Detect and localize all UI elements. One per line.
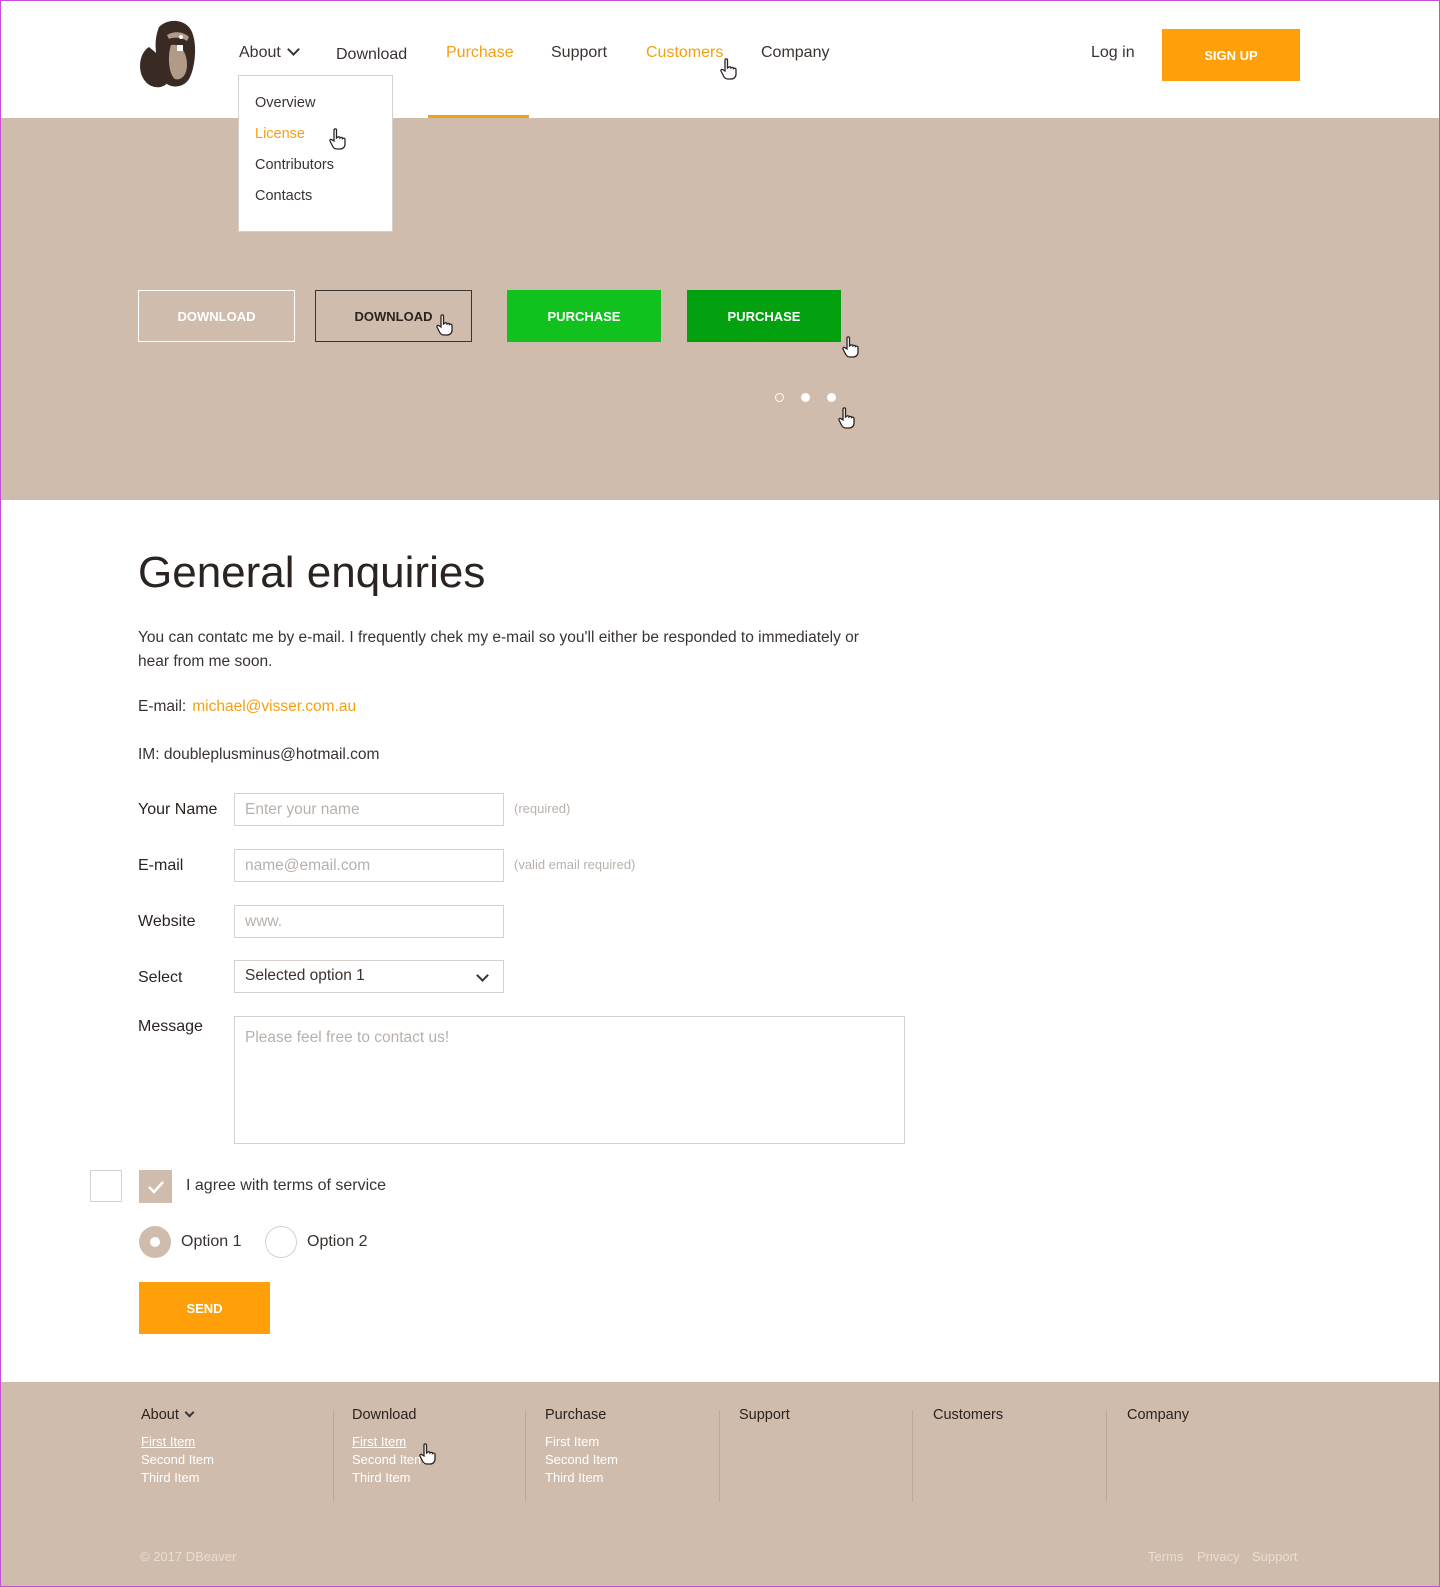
footer-company-title[interactable]: Company [1127, 1407, 1189, 1423]
dropdown-item-license[interactable]: License [255, 126, 305, 142]
footer-link[interactable]: Second Item [141, 1451, 214, 1469]
website-label: Website [138, 913, 196, 930]
footer-link[interactable]: Second Item [545, 1451, 618, 1469]
footer-purchase-title[interactable]: Purchase [545, 1407, 618, 1423]
hand-cursor-icon [419, 1443, 436, 1465]
page-title: General enquiries [138, 548, 486, 597]
footer-link[interactable]: Third Item [352, 1469, 425, 1487]
download-button-outline-light[interactable]: DOWNLOAD [138, 290, 295, 342]
footer-support-title[interactable]: Support [739, 1407, 790, 1423]
chevron-down-icon [286, 43, 300, 56]
nav-customers[interactable]: Customers [646, 44, 723, 62]
purchase-button-hover[interactable]: PURCHASE [687, 290, 841, 342]
footer-divider [912, 1410, 913, 1502]
name-label: Your Name [138, 801, 218, 818]
footer-link[interactable]: Third Item [545, 1469, 618, 1487]
message-label: Message [138, 1018, 203, 1035]
footer-about-title[interactable]: About [141, 1407, 214, 1423]
footer-about-title-text: About [141, 1407, 179, 1423]
hand-cursor-icon [838, 407, 855, 429]
about-dropdown-menu: Overview License Contributors Contacts [238, 75, 393, 232]
footer-terms-link[interactable]: Terms [1148, 1549, 1183, 1564]
footer-divider [525, 1410, 526, 1502]
radio-option-1-label: Option 1 [181, 1233, 242, 1250]
footer-column-download: Download First Item Second Item Third It… [352, 1407, 425, 1487]
login-link[interactable]: Log in [1091, 44, 1135, 62]
footer-link[interactable]: Second Item [352, 1451, 425, 1469]
beaver-logo[interactable] [137, 17, 201, 91]
footer-privacy-link[interactable]: Privacy [1197, 1549, 1240, 1564]
nav-support[interactable]: Support [551, 44, 607, 62]
name-hint: (required) [514, 801, 571, 816]
nav-company[interactable]: Company [761, 44, 829, 62]
hand-cursor-icon [436, 314, 453, 336]
footer-customers-title[interactable]: Customers [933, 1407, 1003, 1423]
nav-about[interactable]: About [239, 43, 300, 62]
footer-divider [719, 1410, 720, 1502]
checkmark-icon [147, 1180, 164, 1194]
option-select[interactable]: Selected option 1 [234, 960, 504, 993]
footer-link[interactable]: First Item [352, 1433, 425, 1451]
agree-checkbox[interactable] [139, 1170, 172, 1203]
email-field-label: E-mail [138, 857, 184, 874]
hand-cursor-icon [720, 58, 737, 80]
footer-column-about: About First Item Second Item Third Item [141, 1407, 214, 1487]
footer-column-company: Company [1127, 1407, 1189, 1433]
name-input[interactable] [234, 793, 504, 826]
email-label: E-mail: [138, 698, 187, 715]
message-textarea[interactable] [234, 1016, 905, 1144]
email-input[interactable] [234, 849, 504, 882]
footer-support-link[interactable]: Support [1252, 1549, 1298, 1564]
carousel-dot-1[interactable] [775, 393, 784, 402]
carousel-dot-3[interactable] [827, 393, 836, 402]
checkbox-unchecked[interactable] [90, 1170, 122, 1202]
select-value: Selected option 1 [245, 967, 365, 984]
footer-divider [333, 1410, 334, 1502]
agree-label: I agree with terms of service [186, 1177, 387, 1194]
im-contact: IM: doubleplusminus@hotmail.com [138, 746, 380, 763]
footer-link[interactable]: First Item [141, 1433, 214, 1451]
footer-link[interactable]: First Item [545, 1433, 618, 1451]
dropdown-item-contributors[interactable]: Contributors [255, 157, 334, 173]
email-contact: E-mail: michael@visser.com.au [138, 698, 356, 716]
nav-purchase[interactable]: Purchase [446, 44, 514, 62]
nav-about-label: About [239, 44, 281, 61]
email-hint: (valid email required) [514, 857, 636, 872]
hand-cursor-icon [329, 128, 346, 150]
chevron-down-icon [184, 1407, 195, 1418]
nav-download[interactable]: Download [336, 46, 407, 64]
hand-cursor-icon [842, 336, 859, 358]
send-button[interactable]: SEND [139, 1282, 270, 1334]
copyright-text: © 2017 DBeaver [140, 1549, 237, 1564]
intro-text: You can contatc me by e-mail. I frequent… [138, 629, 859, 670]
chevron-down-icon [476, 969, 489, 982]
dropdown-item-contacts[interactable]: Contacts [255, 188, 312, 204]
radio-option-1[interactable] [139, 1226, 171, 1258]
purchase-button[interactable]: PURCHASE [507, 290, 661, 342]
signup-button[interactable]: SIGN UP [1162, 29, 1300, 81]
footer-column-purchase: Purchase First Item Second Item Third It… [545, 1407, 618, 1487]
footer-column-customers: Customers [933, 1407, 1003, 1433]
website-input[interactable] [234, 905, 504, 938]
footer-link[interactable]: Third Item [141, 1469, 214, 1487]
footer-download-title[interactable]: Download [352, 1407, 425, 1423]
footer-column-support: Support [739, 1407, 790, 1433]
select-label: Select [138, 969, 183, 986]
carousel-dot-2[interactable] [801, 393, 810, 402]
radio-option-2-label: Option 2 [307, 1233, 368, 1250]
footer-divider [1106, 1410, 1107, 1502]
email-link[interactable]: michael@visser.com.au [192, 698, 356, 715]
radio-option-2[interactable] [265, 1226, 297, 1258]
dropdown-item-overview[interactable]: Overview [255, 95, 315, 111]
